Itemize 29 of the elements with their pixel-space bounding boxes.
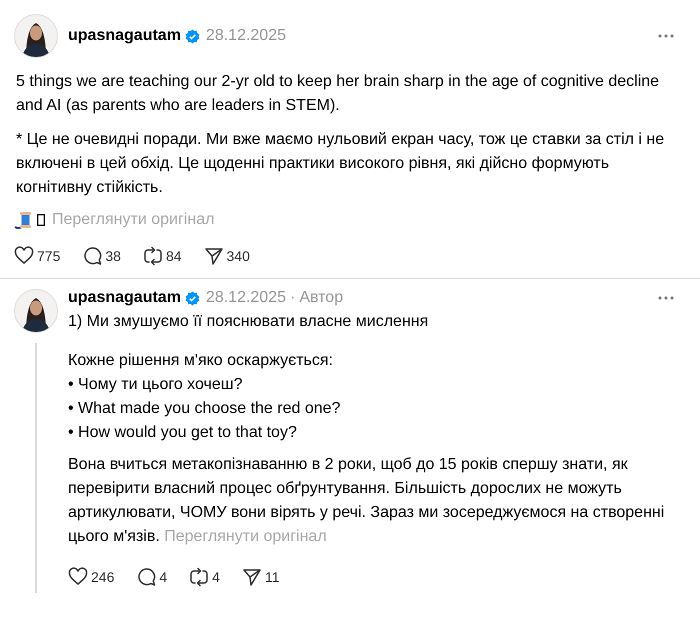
repost-icon — [142, 246, 163, 266]
reply-button[interactable]: 4 — [136, 567, 168, 587]
comment-icon — [82, 246, 102, 266]
missing-glyph-icon — [37, 214, 45, 226]
repost-button[interactable]: 84 — [142, 246, 182, 266]
share-button[interactable]: 11 — [242, 567, 280, 587]
more-options-icon[interactable] — [658, 34, 674, 38]
username[interactable]: upasnagautam — [68, 27, 181, 45]
send-icon — [242, 567, 262, 587]
author-label: Автор — [299, 289, 344, 307]
spool-icon — [14, 210, 34, 230]
more-options-icon[interactable] — [658, 296, 674, 300]
post-text: * Це не очевидні поради. Ми вже маємо нульовий екран часу, тож це ставки за стіл і не включені в цей обхід. Це щоденні практики високого рівня, які дійсно формують когнітивну стійкість. — [15, 130, 666, 198]
heart-icon — [14, 246, 34, 266]
comment-icon — [136, 567, 156, 587]
separator-dot: · — [290, 289, 296, 307]
heart-icon — [68, 567, 88, 587]
repost-button[interactable]: 4 — [189, 567, 220, 587]
post-text: Вона вчиться метакопізнаванню в 2 роки, щоб до 15 років спершу знати, як перевірити власний процес обґрунтування. Більшість дорослих не можуть артикулювати, ЧОМУ вони вірять у речі. Зараз ми зосереджуємося на створенні цього м'язів. Переглянути оригінал — [68, 455, 666, 547]
post-text: Кожне рішення м'яко оскаржується: • Чому ти цього хочеш? • What made you choose the red one? • How would you get to that toy? — [68, 351, 342, 443]
reply-button[interactable]: 38 — [82, 246, 121, 266]
post-text: 5 things we are teaching our 2-yr old to keep her brain sharp in the age of cognitive decline and AI (as parents who are leaders in STEM). — [15, 72, 660, 116]
repost-icon — [189, 567, 210, 587]
share-button[interactable]: 340 — [204, 246, 250, 266]
like-button[interactable]: 775 — [14, 246, 60, 266]
post-text: 1) Ми змушуємо її пояснювати власне мислення — [68, 313, 430, 331]
like-button[interactable]: 246 — [68, 567, 114, 587]
username[interactable]: upasnagautam — [68, 289, 181, 307]
send-icon — [204, 246, 224, 266]
